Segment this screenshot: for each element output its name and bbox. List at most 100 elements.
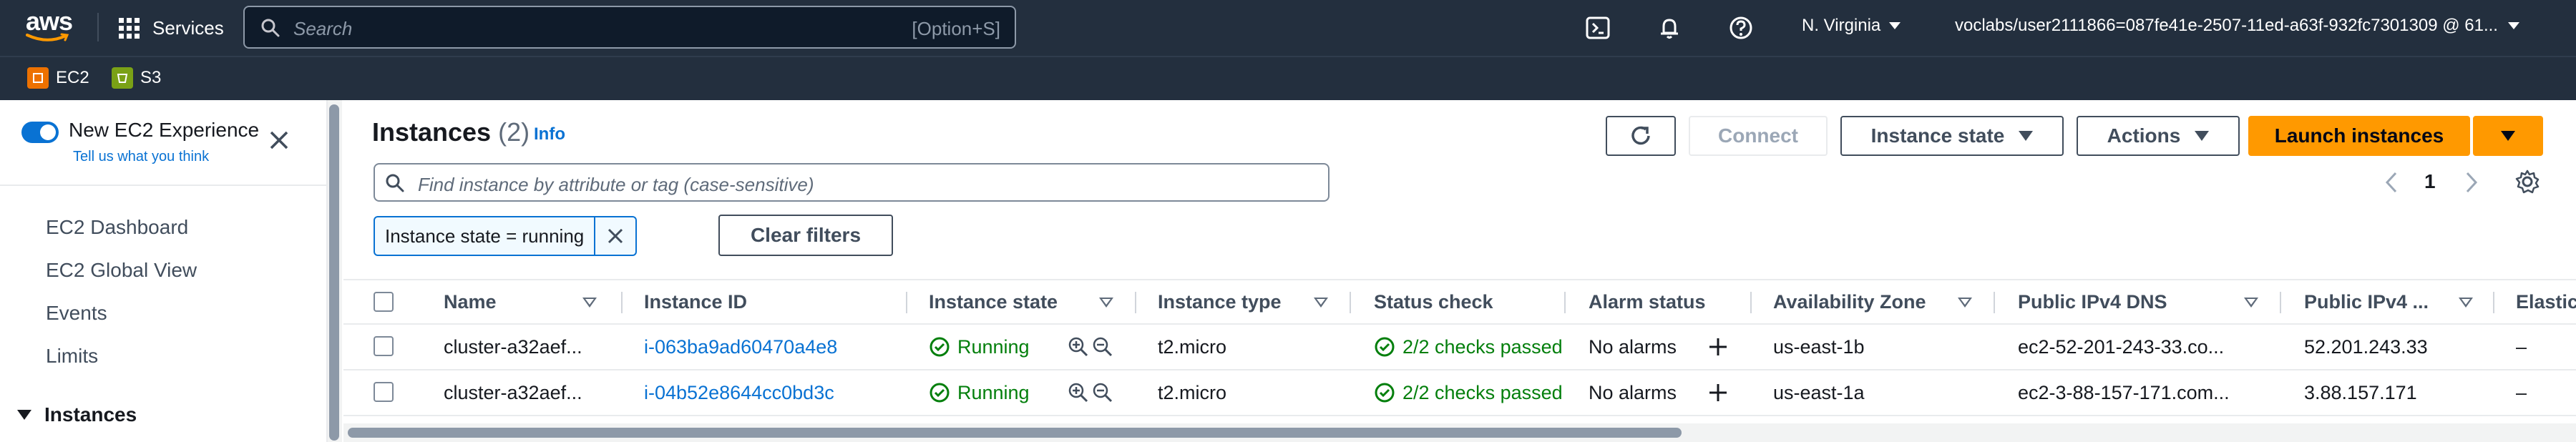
services-menu-button[interactable]: Services (119, 11, 224, 44)
sidebar-scrollbar[interactable] (328, 100, 342, 442)
instance-filter-input[interactable]: Find instance by attribute or tag (case-… (374, 163, 1330, 202)
favorite-ec2[interactable]: EC2 (27, 67, 89, 89)
add-alarm-icon[interactable] (1707, 382, 1729, 403)
sidebar-item-limits[interactable]: Limits (46, 345, 98, 368)
zoom-out-icon[interactable] (1092, 336, 1113, 358)
page-title-text: Instances (372, 117, 492, 147)
sidebar-divider (0, 185, 326, 186)
row-checkbox[interactable] (374, 336, 394, 356)
column-resizer[interactable] (906, 292, 907, 313)
sidebar-item-events[interactable]: Events (46, 302, 107, 325)
caret-down-icon (1889, 22, 1901, 29)
success-check-icon (1375, 337, 1395, 357)
sidebar-section-label: Instances (44, 403, 137, 426)
sort-icon[interactable] (1958, 298, 1972, 308)
region-selector[interactable]: N. Virginia (1802, 16, 1901, 36)
column-header-availability-zone[interactable]: Availability Zone (1773, 280, 1926, 323)
clear-filters-button[interactable]: Clear filters (718, 215, 893, 256)
page-number[interactable]: 1 (2424, 170, 2436, 193)
sort-icon[interactable] (1099, 298, 1113, 308)
column-header-instance-type[interactable]: Instance type (1158, 280, 1282, 323)
actions-button[interactable]: Actions (2077, 116, 2240, 156)
instance-state-label: Instance state (1870, 124, 2005, 147)
column-header-elastic-ip[interactable]: Elastic (2516, 280, 2576, 323)
instance-state-cell: Running (929, 325, 1030, 369)
column-header-public-ipv4-dns[interactable]: Public IPv4 DNS (2018, 280, 2167, 323)
column-header-status-check[interactable]: Status check (1374, 280, 1493, 323)
scrollbar-thumb[interactable] (348, 428, 1682, 438)
sort-icon[interactable] (2244, 298, 2258, 308)
table-horizontal-scrollbar[interactable] (343, 423, 2576, 442)
alarm-status: No alarms (1589, 381, 1677, 403)
remove-filter-button[interactable] (595, 217, 635, 255)
success-check-icon (930, 337, 950, 357)
sort-icon[interactable] (1314, 298, 1328, 308)
page-title: Instances (2) (372, 117, 530, 147)
help-icon[interactable] (1729, 16, 1753, 40)
aws-logo[interactable]: aws (26, 6, 73, 43)
launch-instances-button[interactable]: Launch instances (2248, 116, 2470, 156)
column-resizer[interactable] (621, 292, 623, 313)
previous-page-icon[interactable] (2383, 170, 2400, 195)
instance-id-link[interactable]: i-04b52e8644cc0bd3c (644, 370, 834, 415)
sidebar-section-instances[interactable]: Instances (17, 403, 137, 426)
launch-options-dropdown[interactable] (2473, 116, 2543, 156)
feedback-link[interactable]: Tell us what you think (73, 149, 209, 165)
zoom-in-icon[interactable] (1068, 336, 1089, 358)
instance-id-link[interactable]: i-063ba9ad60470a4e8 (644, 325, 837, 369)
launch-instances-label: Launch instances (2274, 124, 2444, 147)
favorite-s3[interactable]: S3 (112, 67, 161, 89)
row-checkbox[interactable] (374, 382, 394, 402)
scrollbar-thumb[interactable] (329, 104, 339, 441)
column-header-instance-state[interactable]: Instance state (929, 280, 1058, 323)
filter-token: Instance state = running (374, 216, 638, 256)
add-alarm-icon[interactable] (1707, 336, 1729, 358)
caret-down-icon (2507, 22, 2519, 29)
table-row[interactable]: cluster-a32aef... i-04b52e8644cc0bd3c Ru… (343, 370, 2576, 416)
column-resizer[interactable] (2280, 292, 2281, 313)
filter-token-label[interactable]: Instance state = running (375, 217, 596, 255)
close-icon[interactable] (268, 129, 291, 152)
search-icon (386, 174, 404, 192)
region-label: N. Virginia (1802, 16, 1881, 35)
sort-icon[interactable] (582, 298, 597, 308)
sidebar-item-ec2-dashboard[interactable]: EC2 Dashboard (46, 216, 188, 239)
column-resizer[interactable] (1350, 292, 1351, 313)
table-row[interactable]: cluster-a32aef... i-063ba9ad60470a4e8 Ru… (343, 325, 2576, 370)
column-header-public-ipv4[interactable]: Public IPv4 ... (2304, 280, 2429, 323)
instance-type: t2.micro (1158, 335, 1227, 358)
connect-button[interactable]: Connect (1689, 116, 1828, 156)
column-resizer[interactable] (1564, 292, 1566, 313)
elastic-ip: – (2516, 381, 2527, 403)
info-link[interactable]: Info (534, 124, 565, 144)
next-page-icon[interactable] (2463, 170, 2480, 195)
cloudshell-icon[interactable] (1586, 16, 1610, 40)
elastic-ip: – (2516, 335, 2527, 358)
services-label: Services (152, 16, 224, 39)
column-resizer[interactable] (1750, 292, 1752, 313)
aws-logo-text: aws (26, 6, 73, 36)
nav-divider (97, 13, 99, 41)
account-menu[interactable]: voclabs/user2111866=087fe41e-2507-11ed-a… (1955, 16, 2519, 36)
sidebar-item-ec2-global-view[interactable]: EC2 Global View (46, 259, 197, 282)
global-search-input[interactable]: Search [Option+S] (243, 6, 1016, 49)
new-experience-toggle[interactable] (21, 122, 59, 143)
instance-state-cell: Running (929, 370, 1030, 415)
column-header-name[interactable]: Name (444, 280, 497, 323)
refresh-button[interactable] (1606, 116, 1676, 156)
availability-zone: us-east-1a (1773, 381, 1865, 403)
column-resizer[interactable] (1994, 292, 1995, 313)
column-resizer[interactable] (1135, 292, 1136, 313)
column-header-instance-id[interactable]: Instance ID (644, 280, 747, 323)
sort-icon[interactable] (2459, 298, 2473, 308)
select-all-checkbox[interactable] (374, 292, 394, 312)
zoom-in-icon[interactable] (1068, 382, 1089, 403)
notifications-bell-icon[interactable] (1657, 16, 1682, 40)
s3-service-icon (112, 67, 133, 89)
instance-state-button[interactable]: Instance state (1840, 116, 2064, 156)
caret-down-icon (2019, 131, 2034, 141)
column-resizer[interactable] (2493, 292, 2494, 313)
zoom-out-icon[interactable] (1092, 382, 1113, 403)
gear-icon[interactable] (2514, 169, 2540, 195)
column-header-alarm-status[interactable]: Alarm status (1589, 280, 1706, 323)
